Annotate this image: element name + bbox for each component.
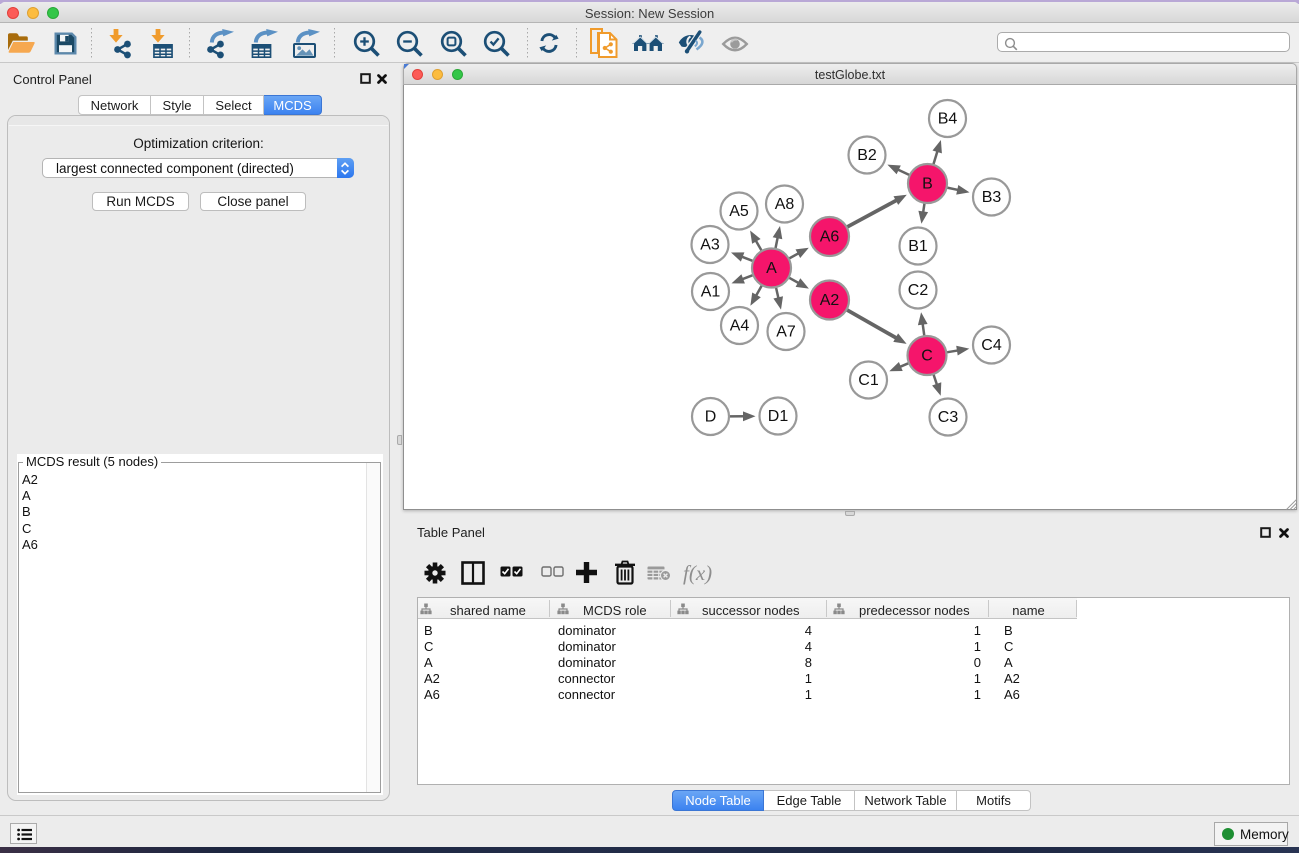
svg-text:D: D — [705, 409, 717, 426]
svg-text:B4: B4 — [938, 111, 958, 128]
svg-text:B: B — [922, 176, 933, 193]
svg-text:A2: A2 — [820, 292, 840, 309]
svg-text:C1: C1 — [858, 372, 879, 389]
svg-text:C4: C4 — [981, 337, 1002, 354]
svg-text:A8: A8 — [775, 196, 795, 213]
svg-text:A4: A4 — [730, 318, 750, 335]
svg-text:C3: C3 — [938, 409, 959, 426]
svg-text:A6: A6 — [820, 229, 840, 246]
svg-text:C: C — [921, 348, 933, 365]
svg-text:A: A — [766, 260, 777, 277]
svg-text:B2: B2 — [857, 147, 877, 164]
svg-text:A7: A7 — [776, 324, 796, 341]
svg-text:C2: C2 — [908, 282, 929, 299]
svg-text:A1: A1 — [701, 284, 721, 301]
svg-text:A3: A3 — [700, 237, 720, 254]
svg-text:B1: B1 — [908, 238, 928, 255]
svg-text:A5: A5 — [729, 203, 749, 220]
svg-text:D1: D1 — [768, 408, 789, 425]
svg-text:B3: B3 — [982, 189, 1002, 206]
